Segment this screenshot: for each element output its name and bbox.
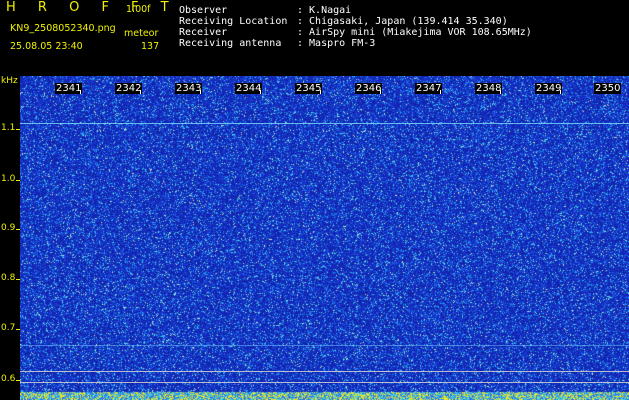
freq-label: 0.7 [1, 323, 16, 333]
time-label: 2343 [175, 83, 203, 94]
freq-label: 1.0 [1, 174, 16, 184]
time-tick [500, 90, 501, 94]
time-label: 2350 [594, 83, 622, 94]
time-tick [380, 90, 381, 94]
freq-tick [16, 329, 20, 330]
meteor-count: 137 [141, 41, 160, 52]
time-label: 2344 [235, 83, 263, 94]
time-tick [80, 90, 81, 94]
time-label: 2341 [55, 83, 83, 94]
freq-tick [16, 229, 20, 230]
axis-unit: kHz [1, 76, 18, 86]
time-tick [260, 90, 261, 94]
time-label: 2342 [115, 83, 143, 94]
meteor-label: meteor [124, 28, 159, 39]
freq-tick [16, 180, 20, 181]
time-tick [200, 90, 201, 94]
reference-line-upper [20, 371, 629, 372]
time-label: 2347 [415, 83, 443, 94]
signal-line-670 [20, 345, 629, 346]
signal-line-1100 [20, 123, 629, 124]
station-value-antenna: : Maspro FM-3 [297, 38, 376, 49]
app-title: H R O F F T [6, 0, 178, 15]
time-tick [320, 90, 321, 94]
freq-label: 0.8 [1, 273, 16, 283]
station-value-observer: : K.Nagai [297, 5, 352, 16]
frequency-axis: kHz 1.1 1.0 0.9 0.8 0.7 0.6 [0, 76, 20, 400]
time-label: 2346 [355, 83, 383, 94]
freq-label: 0.9 [1, 223, 16, 233]
freq-label: 0.6 [1, 374, 16, 384]
station-value-receiver: : AirSpy mini (Miakejima VOR 108.65MHz) [297, 27, 532, 38]
file-name: KN9_2508052340.png [10, 23, 116, 34]
time-tick [560, 90, 561, 94]
station-key-location: Receiving Location [179, 16, 288, 27]
freq-label: 1.1 [1, 123, 16, 133]
time-tick [140, 90, 141, 94]
spectrogram-waterfall[interactable] [20, 76, 629, 400]
station-key-receiver: Receiver [179, 27, 228, 38]
time-tick [440, 90, 441, 94]
time-label: 2349 [535, 83, 563, 94]
time-label: 2345 [295, 83, 323, 94]
station-key-observer: Observer [179, 5, 228, 16]
freq-tick [16, 279, 20, 280]
header-panel: H R O F F T 1.00f KN9_2508052340.png met… [0, 0, 629, 75]
station-key-antenna: Receiving antenna [179, 38, 282, 49]
app-version: 1.00f [126, 4, 151, 15]
reference-line-lower [20, 382, 629, 383]
freq-tick [16, 129, 20, 130]
freq-tick [16, 380, 20, 381]
time-label: 2348 [475, 83, 503, 94]
station-value-location: : Chigasaki, Japan (139.414 35.340) [297, 16, 508, 27]
file-datetime: 25.08.05 23:40 [10, 41, 83, 52]
